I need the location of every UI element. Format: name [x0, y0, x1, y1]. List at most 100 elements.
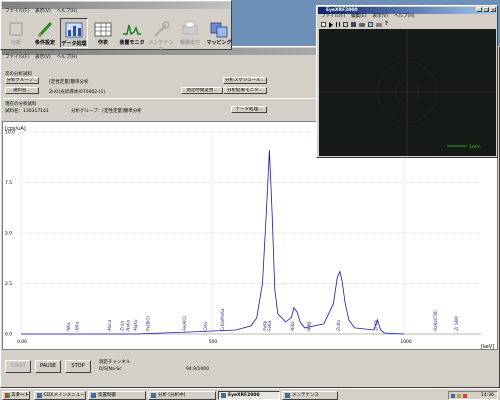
peak-label: -CrKa/MnKα	[220, 308, 225, 332]
app-icon	[37, 393, 42, 398]
toolbar-button-label: 帳票出力	[179, 40, 200, 46]
sample-name-value: ZnO(光伝導体)070402-(1)	[49, 90, 106, 95]
peak-label: -MoLα	[107, 319, 112, 332]
main-menu-titlebar	[2, 2, 230, 9]
eyexrf-menu-item-1[interactable]: 編集(E)	[351, 14, 366, 20]
app-icon	[285, 393, 290, 398]
taskbar-item-label: 分析 [分析中]	[158, 393, 186, 398]
toolbar-button-label: データ処理	[61, 41, 87, 47]
app-icon	[221, 393, 226, 398]
main-menu-item-2[interactable]: ヘルプ(H)	[57, 9, 77, 15]
eyexrf-titlebar: EyeXRF2000	[318, 7, 496, 14]
close-icon[interactable]: ×	[490, 7, 496, 12]
maximize-icon[interactable]: □	[483, 7, 489, 12]
toolbar-button-0[interactable]: 分析	[2, 18, 30, 48]
taskbar-item-0[interactable]: EDXメインメニュー	[34, 391, 86, 400]
data-process-button[interactable]: データ処理...	[231, 106, 267, 113]
grid-icon[interactable]	[343, 22, 348, 27]
peak-label: -RaKα(CW)	[433, 310, 438, 332]
toolbar-button-3[interactable]: 作表	[89, 18, 117, 48]
taskbar-item-3[interactable]: EyeXRF2000	[218, 391, 280, 400]
tray-network-icon[interactable]	[451, 394, 455, 398]
eyexrf-window-controls: _ □ ×	[476, 7, 496, 12]
taskbar-item-2[interactable]: 分析 [分析中]	[148, 391, 216, 400]
print-icon[interactable]	[376, 23, 382, 27]
result-monitor-button[interactable]: 分析結果モニタ...	[223, 87, 267, 94]
peak-labels: -NKα -SiKα -MoLα -ZnLα -NaKα -MgKα -Fe(BiO) -Fe…	[66, 308, 459, 332]
y-tick-label: 2.5	[5, 281, 12, 287]
peak-label: -SiKα	[75, 321, 80, 332]
current-sample-name: 試料名：130317141	[5, 109, 49, 114]
x-tick-labels: 0.00 500 1000	[17, 339, 412, 345]
analysis-menu-item-2[interactable]: ヘルプ(H)	[57, 55, 77, 61]
eyexrf-title: EyeXRF2000	[326, 8, 358, 13]
group-value: [定性定量]簡単分析	[49, 80, 89, 85]
count-value: 94.9/1000	[186, 367, 209, 372]
toolbar-button-4[interactable]: 装置モニタ	[118, 18, 146, 48]
toolbar-button-7[interactable]: マッピング	[205, 18, 233, 48]
toolbar-button-label: 装置モニタ	[119, 40, 145, 46]
x-tick-label: 0.00	[17, 339, 27, 345]
pause-icon[interactable]	[336, 22, 340, 27]
toolbar-button-6[interactable]: 帳票出力	[176, 18, 204, 48]
peak-label: -Fe(AlO)	[182, 315, 187, 332]
pencil-icon	[37, 21, 53, 38]
y-tick-label: 5.0	[5, 231, 12, 237]
channel-value: D/S[Na-Sc	[99, 367, 122, 372]
peak-label: -NKα	[66, 322, 71, 332]
x-axis-label: [keV]	[481, 344, 494, 350]
new-icon[interactable]	[321, 22, 326, 27]
sample-name-button[interactable]: 試料名...	[5, 87, 39, 94]
peak-label: -Zr SKM	[454, 316, 459, 332]
image-icon[interactable]	[368, 22, 373, 27]
current-sample-heading: 現在の分析試料	[5, 102, 37, 107]
minimize-icon[interactable]: _	[476, 7, 482, 12]
main-menu-item-1[interactable]: 表示(V)	[35, 9, 51, 15]
toolbar-button-label: メンテナンス	[148, 40, 174, 53]
eyexrf-menu-item-2[interactable]: 表示(V)	[372, 14, 388, 20]
analysis-menu-item-0[interactable]: ファイル(F)	[5, 55, 29, 61]
toolbar-button-5[interactable]: メンテナンス	[147, 18, 175, 53]
y-tick-label: 10.0	[5, 130, 15, 136]
peak-label: -FeKα	[267, 320, 272, 332]
x-tick-label: 1000	[400, 339, 412, 345]
tray-volume-icon[interactable]	[457, 394, 461, 398]
help-icon[interactable]: ?	[385, 21, 388, 28]
channel-label: 測定チャンネル	[99, 360, 131, 365]
start-label: スタート	[11, 393, 29, 398]
peak-label: -ZnLα	[120, 320, 125, 332]
play-icon[interactable]	[329, 22, 333, 28]
schedule-button[interactable]: 分析スケジュール...	[223, 77, 267, 84]
main-menu-menubar: ファイル(F) 表示(V) ヘルプ(H)	[2, 9, 230, 15]
toolbar-button-1[interactable]: 条件設定	[31, 18, 59, 48]
camera-view-overlay: 1mm	[319, 29, 496, 156]
eyexrf-menu-item-3[interactable]: ヘルプ(H)	[394, 14, 414, 20]
main-menu-item-0[interactable]: ファイル(F)	[5, 9, 29, 15]
group-button[interactable]: 分析グループ...	[5, 77, 39, 84]
eyexrf-toolbar: ?	[319, 21, 495, 28]
app-icon	[151, 393, 156, 398]
stop-button[interactable]: STOP	[65, 360, 91, 373]
peak-label: -NaKα	[125, 319, 130, 332]
taskbar-item-1[interactable]: 装置制御	[88, 391, 146, 400]
windows-logo-icon	[5, 393, 10, 398]
save-icon[interactable]	[351, 22, 356, 27]
peak-label: -FeKβ	[262, 320, 267, 332]
start-button[interactable]: START	[5, 360, 31, 373]
taskbar-item-4[interactable]: メンテナンス	[282, 391, 338, 400]
peak-label: -NiKα	[290, 321, 295, 332]
clock: 14:36	[481, 393, 494, 398]
eyexrf-menu-item-0[interactable]: ファイル(F)	[321, 14, 345, 20]
toolbar-button-label: マッピング	[206, 40, 232, 46]
pause-button[interactable]: PAUSE	[35, 360, 61, 373]
toolbar-button-2[interactable]: データ処理	[60, 18, 88, 48]
peak-label: -ZnKα	[336, 320, 341, 332]
tray-shield-icon[interactable]	[463, 394, 467, 398]
start-button-taskbar[interactable]: スタート	[2, 391, 30, 400]
app-icon	[91, 393, 96, 398]
analysis-menu-item-1[interactable]: 表示(V)	[35, 55, 51, 61]
system-tray: 14:36	[448, 391, 498, 400]
time-change-button[interactable]: 測定時間変更...	[181, 87, 223, 94]
camera-icon[interactable]	[359, 23, 365, 27]
taskbar-item-label: 装置制御	[98, 393, 116, 398]
